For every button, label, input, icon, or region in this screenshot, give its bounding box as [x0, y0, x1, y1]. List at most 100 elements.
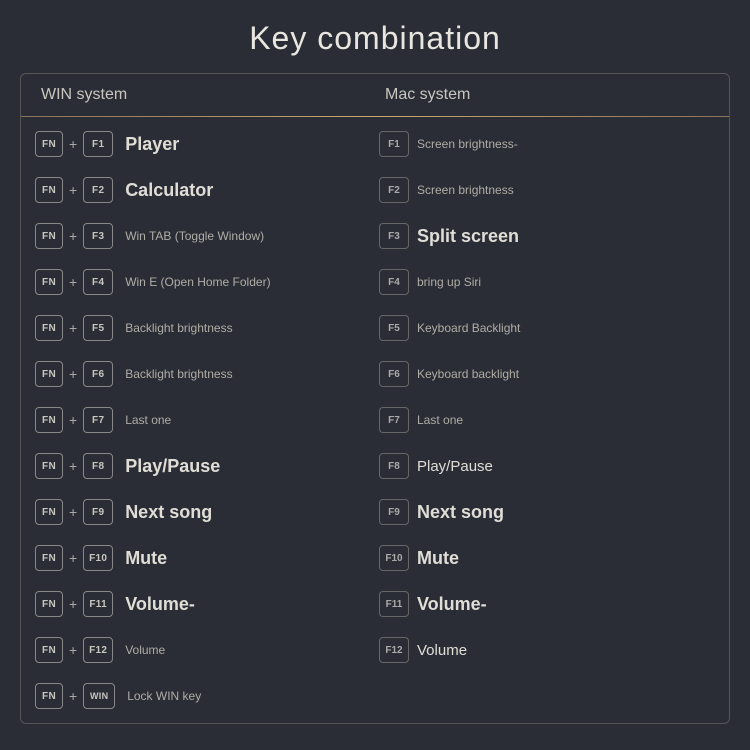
win-side: FN+F5Backlight brightness: [35, 315, 371, 341]
win-label: Mute: [125, 548, 167, 569]
fn-key: FN: [35, 407, 63, 433]
win-side: FN + F10 Mute: [35, 545, 371, 571]
mac-key: F2: [379, 177, 409, 203]
mac-side: F4bring up Siri: [371, 269, 715, 295]
win-side: FN+F3Win TAB (Toggle Window): [35, 223, 371, 249]
win-label: Lock WIN key: [127, 689, 201, 703]
win-side: FN + F7 Last one: [35, 407, 371, 433]
table-row: FN + WIN Lock WIN key: [21, 673, 729, 719]
fn-key: FN: [35, 131, 63, 157]
fn-key: FN: [35, 361, 63, 387]
rows-wrapper: FN + F1 Player F1Screen brightness- FN + F2 Calc…: [21, 117, 729, 723]
mac-side: F12 Volume: [371, 637, 715, 663]
table-row: FN+F12VolumeF12Volume: [21, 627, 729, 673]
mac-label: Mute: [417, 548, 459, 569]
win-side: FN + F2 Calculator: [35, 177, 371, 203]
win-label: Volume: [125, 643, 165, 657]
win-label: Next song: [125, 502, 212, 523]
fn-key: FN: [35, 591, 63, 617]
table-row: FN+F4Win E (Open Home Folder)F4bring up …: [21, 259, 729, 305]
mac-side: F9Next song: [371, 499, 715, 525]
table-row: FN+F9Next songF9Next song: [21, 489, 729, 535]
f-key: F2: [83, 177, 113, 203]
fn-key: FN: [35, 453, 63, 479]
mac-side: F2 Screen brightness: [371, 177, 715, 203]
fn-key: FN: [35, 683, 63, 709]
mac-side: F8Play/Pause: [371, 453, 715, 479]
plus-sign: +: [69, 504, 77, 520]
page-title: Key combination: [249, 20, 501, 57]
win-system-header: WIN system: [41, 86, 365, 104]
table-row: FN+F7Last oneF7Last one: [21, 397, 729, 443]
mac-label: Split screen: [417, 226, 519, 247]
table-row: FN+F11Volume-F11Volume-: [21, 581, 729, 627]
fn-key: FN: [35, 177, 63, 203]
table-row: FN + F1 Player F1Screen brightness-: [21, 121, 729, 167]
f-key: F10: [83, 545, 113, 571]
plus-sign: +: [69, 274, 77, 290]
mac-key: F4: [379, 269, 409, 295]
plus-sign: +: [69, 182, 77, 198]
win-side: FN + F6 Backlight brightness: [35, 361, 371, 387]
plus-sign: +: [69, 366, 77, 382]
fn-key: FN: [35, 269, 63, 295]
win-label: Backlight brightness: [125, 367, 232, 381]
plus-sign: +: [69, 458, 77, 474]
win-side: FN + F1 Player: [35, 131, 371, 157]
mac-key: F10: [379, 545, 409, 571]
plus-sign: +: [69, 688, 77, 704]
mac-key: F3: [379, 223, 409, 249]
fn-key: FN: [35, 315, 63, 341]
plus-sign: +: [69, 550, 77, 566]
fn-key: FN: [35, 223, 63, 249]
fn-key: FN: [35, 637, 63, 663]
mac-system-header: Mac system: [365, 86, 709, 104]
fn-key: FN: [35, 499, 63, 525]
mac-label: Volume-: [417, 594, 487, 615]
f-key: F7: [83, 407, 113, 433]
table-row: FN + F2 Calculator F2 Screen brightness: [21, 167, 729, 213]
plus-sign: +: [69, 136, 77, 152]
mac-side: F11 Volume-: [371, 591, 715, 617]
win-side: FN+F12Volume: [35, 637, 371, 663]
f-key: F1: [83, 131, 113, 157]
mac-side: F1Screen brightness-: [371, 131, 715, 157]
win-side: FN+F4Win E (Open Home Folder): [35, 269, 371, 295]
win-side: FN+F11Volume-: [35, 591, 371, 617]
mac-side: F3 Split screen: [371, 223, 715, 249]
plus-sign: +: [69, 320, 77, 336]
mac-key: F5: [379, 315, 409, 341]
f-key: F8: [83, 453, 113, 479]
fn-key: FN: [35, 545, 63, 571]
win-side: FN + F9 Next song: [35, 499, 371, 525]
mac-side: F6 Keyboard backlight: [371, 361, 715, 387]
plus-sign: +: [69, 642, 77, 658]
mac-key: F1: [379, 131, 409, 157]
win-label: Calculator: [125, 180, 213, 201]
plus-sign: +: [69, 228, 77, 244]
f-key: WIN: [83, 683, 115, 709]
mac-key: F9: [379, 499, 409, 525]
plus-sign: +: [69, 412, 77, 428]
win-label: Volume-: [125, 594, 195, 615]
mac-side: F10 Mute: [371, 545, 715, 571]
mac-key: F12: [379, 637, 409, 663]
mac-label: Volume: [417, 642, 467, 659]
win-label: Last one: [125, 413, 171, 427]
f-key: F9: [83, 499, 113, 525]
win-label: Player: [125, 134, 179, 155]
f-key: F11: [83, 591, 113, 617]
mac-label: Keyboard backlight: [417, 367, 519, 381]
win-side: FN + WIN Lock WIN key: [35, 683, 371, 709]
mac-label: Screen brightness: [417, 183, 514, 197]
table-row: FN + F6 Backlight brightness F6 Keyboard back…: [21, 351, 729, 397]
table-row: FN+F3Win TAB (Toggle Window)F3Split scre…: [21, 213, 729, 259]
f-key: F3: [83, 223, 113, 249]
mac-label: Keyboard Backlight: [417, 321, 520, 335]
mac-side: F7Last one: [371, 407, 715, 433]
table-row: FN+F8Play/PauseF8Play/Pause: [21, 443, 729, 489]
mac-key: F11: [379, 591, 409, 617]
mac-key: F6: [379, 361, 409, 387]
win-label: Backlight brightness: [125, 321, 232, 335]
f-key: F6: [83, 361, 113, 387]
